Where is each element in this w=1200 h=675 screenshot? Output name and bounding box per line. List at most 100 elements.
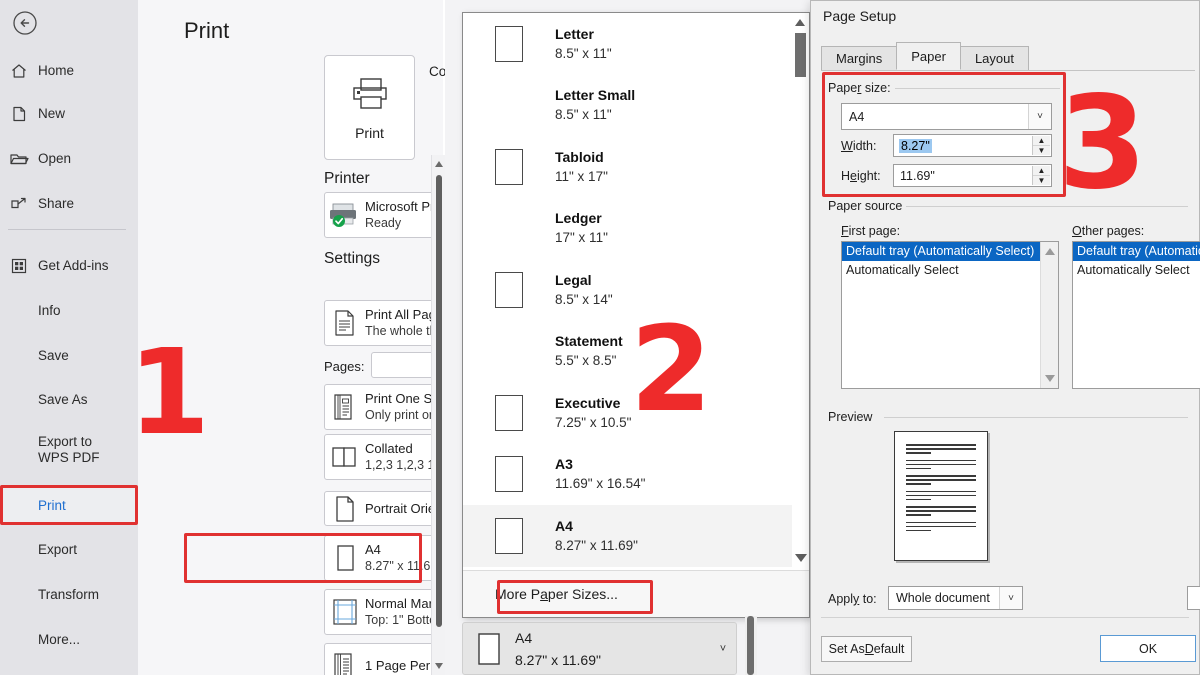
width-field[interactable]: 8.27" ▲ ▼ bbox=[893, 134, 1052, 157]
sidebar-item-export-to-wps-pdf[interactable]: Export to WPS PDF bbox=[0, 427, 138, 473]
first-page-option[interactable]: Default tray (Automatically Select) bbox=[842, 242, 1058, 261]
other-pages-option[interactable]: Automatically Select bbox=[1073, 261, 1200, 280]
back-arrow-icon[interactable] bbox=[10, 8, 40, 38]
paper-source-group-label: Paper source bbox=[828, 199, 907, 213]
paper-option-name: Tabloid bbox=[555, 148, 604, 165]
paper-size-dialog-value: A4 bbox=[849, 109, 865, 124]
set-default-accel: D bbox=[864, 642, 874, 656]
more-paper-sizes-label-pre: More P bbox=[495, 586, 541, 602]
scroll-down-icon[interactable] bbox=[435, 663, 443, 669]
scroll-up-icon[interactable] bbox=[795, 19, 805, 26]
spinner-up-icon[interactable]: ▲ bbox=[1033, 166, 1050, 176]
height-label-post: ight: bbox=[856, 169, 881, 183]
home-icon bbox=[8, 60, 30, 82]
sidebar-item-transform[interactable]: Transform bbox=[0, 577, 138, 613]
height-label-pre: H bbox=[841, 169, 851, 183]
other-pages-label-post: ther pages: bbox=[1081, 224, 1145, 238]
height-field[interactable]: 11.69" ▲ ▼ bbox=[893, 164, 1052, 187]
scroll-up-icon[interactable] bbox=[435, 161, 443, 167]
paper-size-dialog-select[interactable]: A4 ˅ bbox=[841, 103, 1052, 130]
apply-to-extra-select[interactable] bbox=[1187, 586, 1200, 610]
paper-dropdown-scrollbar[interactable] bbox=[792, 13, 809, 570]
other-pages-listbox[interactable]: Default tray (Automatic Automatically Se… bbox=[1072, 241, 1200, 389]
paper-option-name: A4 bbox=[555, 517, 573, 534]
paper-size-option[interactable]: A3 11.69" x 16.54" bbox=[463, 444, 809, 506]
tab-layout[interactable]: Layout bbox=[959, 46, 1029, 70]
print-button[interactable]: Print bbox=[324, 55, 415, 160]
chevron-down-icon[interactable]: ˅ bbox=[1028, 104, 1051, 129]
preview-scrollbar[interactable] bbox=[745, 616, 757, 675]
paper-option-name: Letter Small bbox=[555, 87, 636, 104]
first-page-scrollbar[interactable] bbox=[1040, 242, 1058, 388]
paper-glyph-icon bbox=[495, 394, 555, 431]
scrollbar-thumb[interactable] bbox=[747, 616, 754, 675]
sidebar-item-info[interactable]: Info bbox=[0, 293, 138, 329]
width-label-accel: W bbox=[841, 139, 853, 153]
paper-size-option[interactable]: Tabloid 11" x 17" bbox=[463, 136, 809, 198]
paper-option-dim: 8.5" x 11" bbox=[555, 107, 612, 123]
group-label-post: size: bbox=[861, 81, 891, 95]
paper-option-text: Letter 8.5" x 11" bbox=[555, 24, 809, 64]
spinner-up-icon[interactable]: ▲ bbox=[1033, 136, 1050, 146]
scroll-up-icon[interactable] bbox=[1045, 248, 1055, 255]
width-spinner[interactable]: ▲ ▼ bbox=[1032, 136, 1050, 155]
collated-icon bbox=[325, 444, 365, 470]
spinner-down-icon[interactable]: ▼ bbox=[1033, 146, 1050, 155]
other-pages-option[interactable]: Default tray (Automatic bbox=[1073, 242, 1200, 261]
paper-size-option-a4[interactable]: A4 8.27" x 11.69" bbox=[463, 505, 809, 567]
sidebar-item-new[interactable]: New bbox=[0, 96, 138, 132]
scrollbar-thumb[interactable] bbox=[436, 175, 442, 627]
sidebar-item-home[interactable]: Home bbox=[0, 53, 138, 89]
ok-button[interactable]: OK bbox=[1100, 635, 1196, 662]
scroll-down-icon[interactable] bbox=[795, 554, 807, 562]
printer-heading: Printer bbox=[324, 170, 370, 187]
sidebar-item-label: Export to WPS PDF bbox=[38, 434, 100, 465]
apply-to-select[interactable]: Whole document ˅ bbox=[888, 586, 1023, 610]
width-label-post: idth: bbox=[852, 139, 877, 153]
sidebar-item-share[interactable]: Share bbox=[0, 186, 138, 222]
sidebar-item-label: Get Add-ins bbox=[38, 258, 109, 274]
sidebar-item-label: Open bbox=[38, 151, 72, 167]
first-page-label-accel: F bbox=[841, 224, 849, 238]
tab-paper[interactable]: Paper bbox=[896, 42, 961, 70]
width-value[interactable]: 8.27" bbox=[899, 138, 932, 153]
paper-size-option[interactable]: Letter 8.5" x 11" bbox=[463, 13, 809, 75]
chevron-down-icon[interactable]: ˅ bbox=[999, 587, 1022, 609]
paper-glyph-icon bbox=[463, 632, 515, 666]
dialog-tabs: Margins Paper Layout bbox=[821, 42, 1029, 70]
height-spinner[interactable]: ▲ ▼ bbox=[1032, 166, 1050, 185]
sidebar-item-label: New bbox=[38, 106, 66, 122]
sidebar-item-save-as[interactable]: Save As bbox=[0, 382, 138, 418]
other-pages-label: Other pages: bbox=[1072, 224, 1144, 238]
sidebar-item-print[interactable]: Print bbox=[0, 488, 138, 524]
chevron-down-icon[interactable]: ˅ bbox=[710, 643, 736, 655]
new-document-icon bbox=[8, 103, 30, 125]
height-value[interactable]: 11.69" bbox=[894, 169, 1051, 183]
sidebar-item-export[interactable]: Export bbox=[0, 532, 138, 568]
paper-glyph-icon bbox=[495, 148, 555, 185]
spinner-down-icon[interactable]: ▼ bbox=[1033, 176, 1050, 185]
preview-lines bbox=[906, 444, 976, 534]
paper-option-name: A3 bbox=[555, 456, 573, 473]
paper-size-option[interactable]: Letter Small 8.5" x 11" bbox=[463, 75, 809, 137]
more-paper-sizes-item[interactable]: More Pa per Sizes... bbox=[463, 570, 809, 617]
scroll-down-icon[interactable] bbox=[1045, 375, 1055, 382]
tab-margins[interactable]: Margins bbox=[821, 46, 898, 70]
sidebar-item-label: Export bbox=[38, 542, 78, 558]
sidebar-item-open[interactable]: Open bbox=[0, 141, 138, 177]
paper-size-list: Letter 8.5" x 11" Letter Small 8.5" x 11… bbox=[463, 13, 809, 570]
paper-option-dim: 8.5" x 11" bbox=[555, 45, 612, 61]
set-as-default-button[interactable]: Set As Default bbox=[821, 636, 912, 662]
first-page-option[interactable]: Automatically Select bbox=[842, 261, 1058, 280]
annotation-step-3: 3 bbox=[1058, 69, 1148, 218]
sidebar-item-more[interactable]: More... bbox=[0, 622, 138, 658]
sidebar-item-save[interactable]: Save bbox=[0, 338, 138, 374]
paper-size-option[interactable]: Ledger 17" x 11" bbox=[463, 198, 809, 260]
paper-size-combo-name: A4 bbox=[515, 629, 533, 646]
group-separator bbox=[884, 417, 1188, 418]
sidebar-item-get-add-ins[interactable]: Get Add-ins bbox=[0, 248, 138, 284]
scrollbar-thumb[interactable] bbox=[795, 33, 806, 77]
print-panel-scrollbar[interactable] bbox=[431, 155, 446, 675]
paper-size-combo-bottom[interactable]: A4 8.27" x 11.69" ˅ bbox=[462, 622, 737, 675]
first-page-listbox[interactable]: Default tray (Automatically Select) Auto… bbox=[841, 241, 1059, 389]
